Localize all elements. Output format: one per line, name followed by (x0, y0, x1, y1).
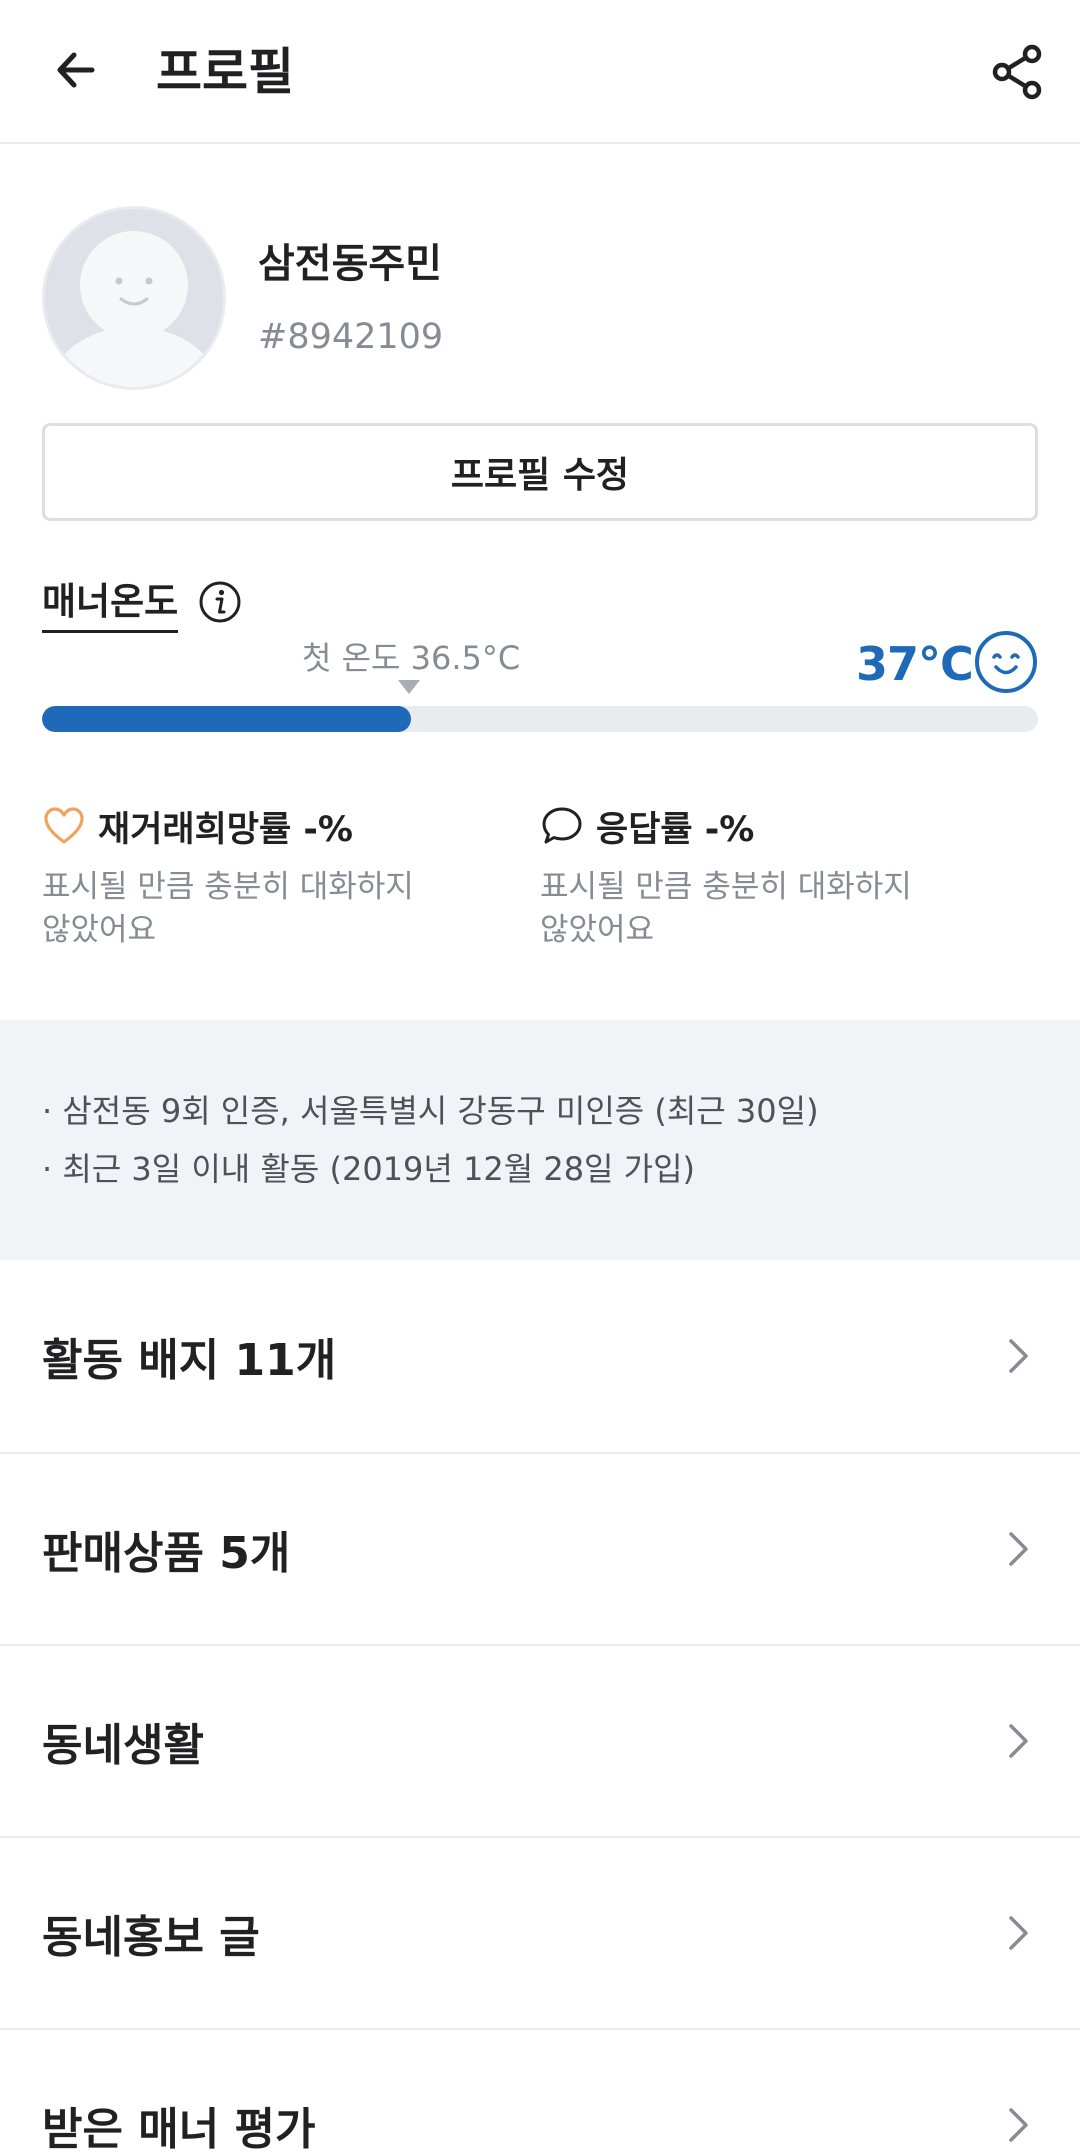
activity-info: · 최근 3일 이내 활동 (2019년 12월 28일 가입) (42, 1150, 696, 1188)
chevron-right-icon (1009, 1916, 1028, 1950)
nickname: 삼전동주민 (258, 241, 442, 287)
menu-item-sales[interactable]: 판매상품 5개 (0, 1452, 1080, 1644)
smile-face-icon (975, 631, 1037, 693)
menu-item-label: 판매상품 5개 (42, 1528, 291, 1579)
verification-info: · 삼전동 9회 인증, 서울특별시 강동구 미인증 (최근 30일) (42, 1092, 819, 1130)
menu-item-manner-reviews[interactable]: 받은 매너 평가 (0, 2028, 1080, 2153)
profile-menu: 활동 배지 11개 판매상품 5개 동네생활 동네홍보 글 받은 매너 평가 (0, 1260, 1080, 2153)
response-rate-stat: 응답률 -% 표시될 만큼 충분히 대화하지 않았어요 (540, 800, 1000, 952)
response-rate-desc-line1: 표시될 만큼 충분히 대화하지 (540, 869, 912, 905)
app-bar: 프로필 (0, 0, 1080, 144)
menu-item-promotions[interactable]: 동네홍보 글 (0, 1836, 1080, 2028)
rehire-rate-stat: 재거래희망률 -% 표시될 만큼 충분히 대화하지 않았어요 (42, 800, 502, 952)
menu-item-neighborhood-life[interactable]: 동네생활 (0, 1644, 1080, 1836)
edit-profile-button[interactable]: 프로필 수정 (42, 423, 1038, 521)
menu-item-label: 동네홍보 글 (42, 1912, 260, 1963)
share-button[interactable] (982, 36, 1054, 108)
menu-item-badges[interactable]: 활동 배지 11개 (0, 1260, 1080, 1452)
rehire-rate-title: 재거래희망률 -% (98, 809, 353, 850)
first-temperature-marker (398, 680, 420, 694)
first-temperature-label: 첫 온도 36.5°C (302, 639, 521, 677)
user-id: #8942109 (258, 317, 444, 357)
info-icon[interactable] (198, 580, 242, 624)
menu-item-label: 동네생활 (42, 1720, 204, 1771)
chevron-right-icon (1009, 2108, 1028, 2142)
manner-temperature-fill (42, 706, 411, 732)
chevron-right-icon (1009, 1532, 1028, 1566)
manner-temperature-bar (42, 706, 1038, 732)
activity-info-box: · 삼전동 9회 인증, 서울특별시 강동구 미인증 (최근 30일) · 최근… (0, 1020, 1080, 1260)
manner-temperature-label[interactable]: 매너온도 (42, 576, 179, 633)
chevron-right-icon (1009, 1339, 1028, 1373)
rehire-rate-desc-line2: 않았어요 (42, 912, 157, 948)
arrow-left-icon (57, 52, 95, 88)
response-rate-desc-line2: 않았어요 (540, 912, 655, 948)
default-avatar-icon (45, 209, 223, 387)
avatar[interactable] (42, 206, 226, 390)
page-title: 프로필 (156, 43, 294, 101)
back-button[interactable] (44, 34, 108, 106)
menu-item-label: 받은 매너 평가 (42, 2104, 316, 2153)
share-icon (992, 44, 1042, 100)
rehire-rate-desc-line1: 표시될 만큼 충분히 대화하지 (42, 869, 414, 905)
response-rate-title: 응답률 -% (596, 809, 755, 850)
speech-bubble-icon (542, 807, 582, 844)
chevron-right-icon (1009, 1724, 1028, 1758)
manner-temperature-value: 37°C (856, 637, 974, 691)
heart-icon (44, 807, 84, 844)
menu-item-label: 활동 배지 11개 (42, 1335, 337, 1386)
